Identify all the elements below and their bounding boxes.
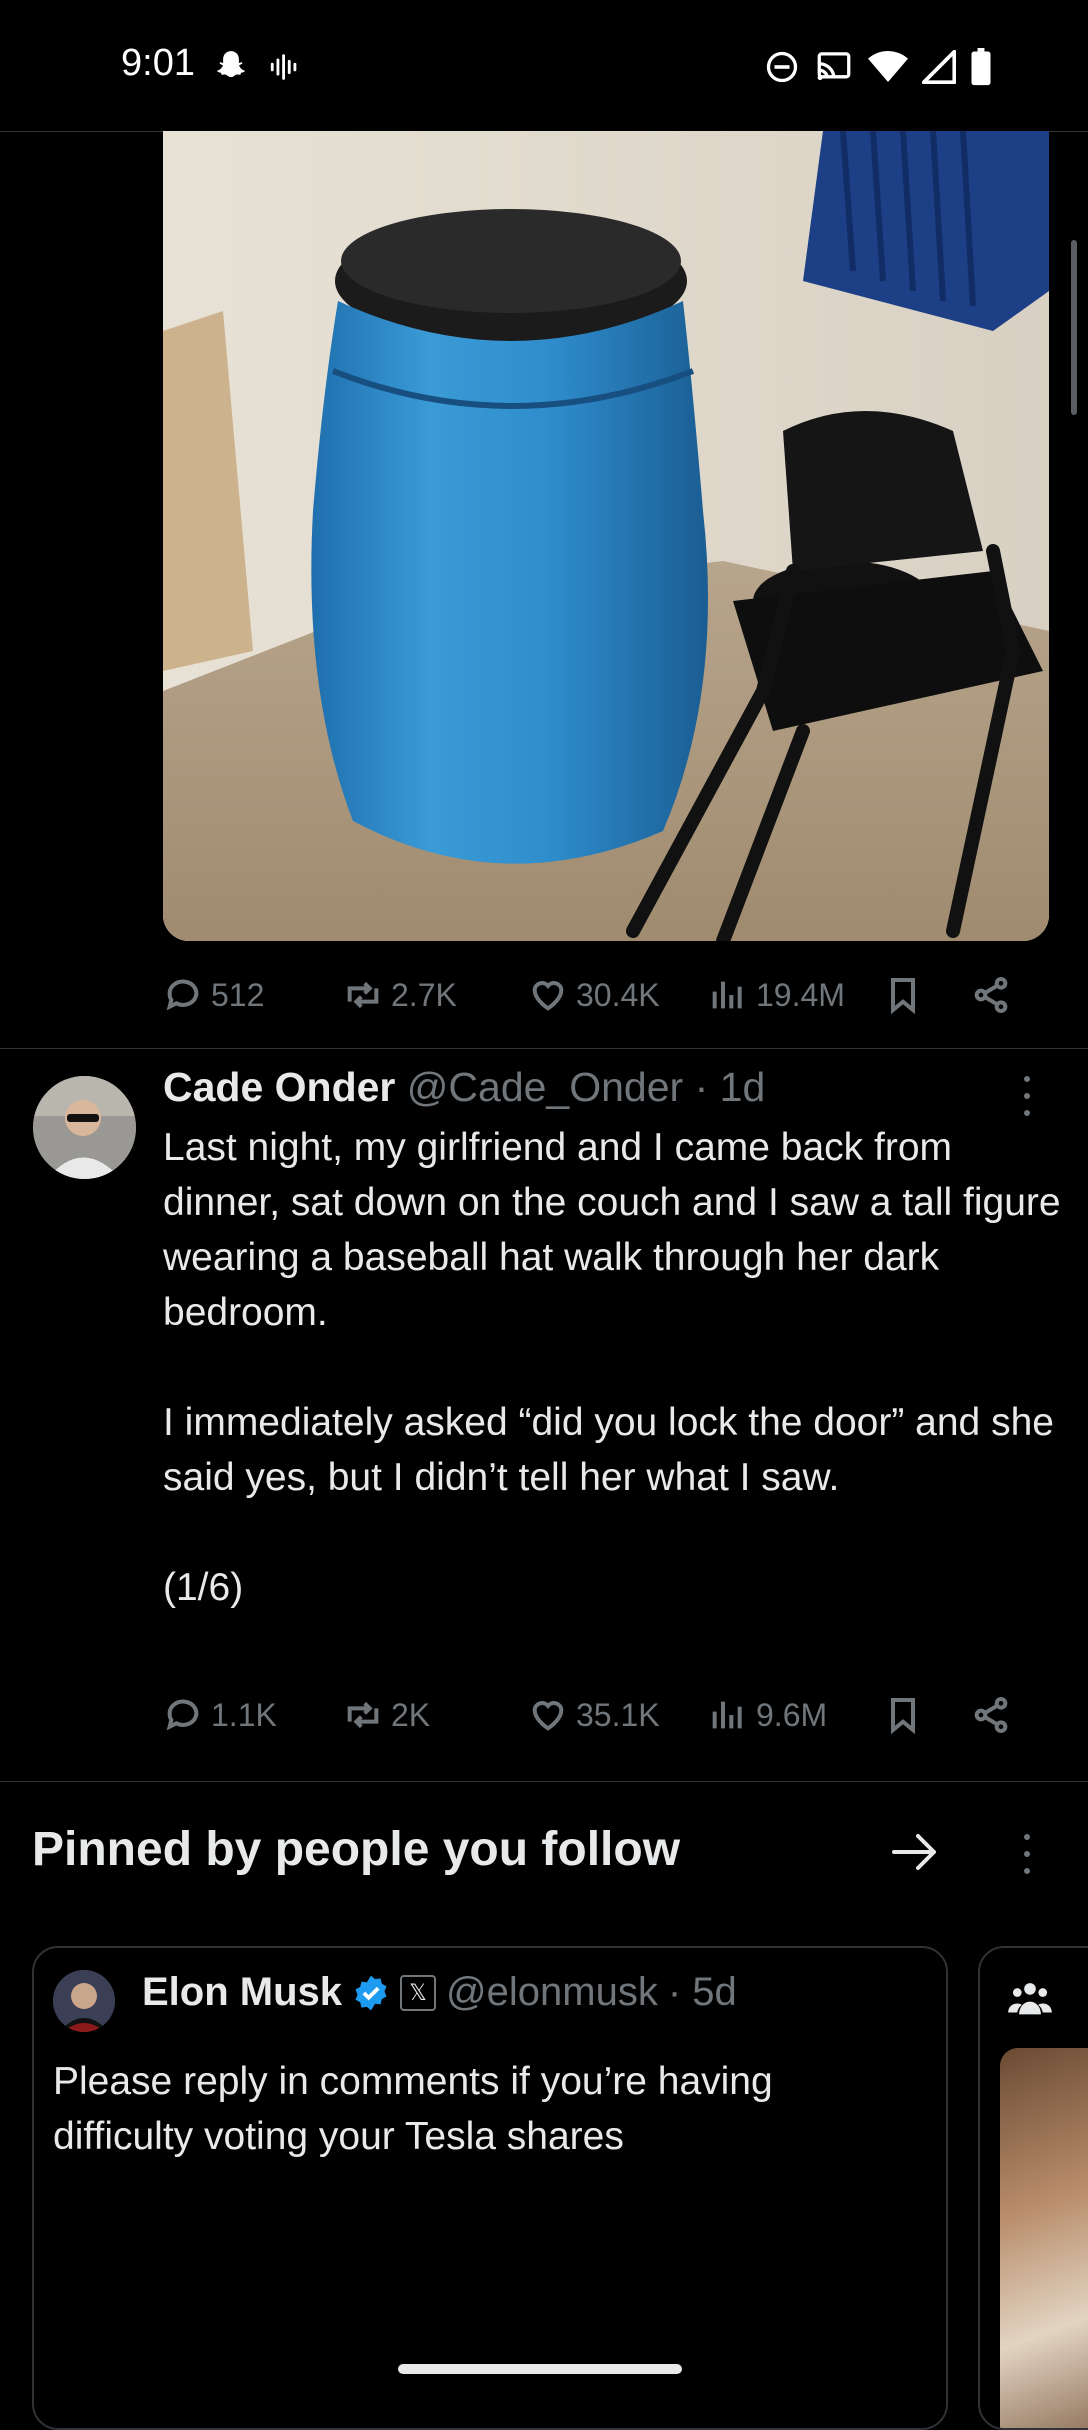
author-handle[interactable]: @Cade_Onder — [407, 1064, 683, 1110]
scrollbar[interactable] — [1071, 240, 1077, 415]
heart-icon — [532, 1701, 564, 1731]
tweet-actions: 1.1K 2K 35.1K 9.6M — [163, 1690, 1043, 1740]
views-button[interactable]: 9.6M — [708, 1695, 883, 1735]
pinned-more-icon[interactable] — [1012, 1834, 1042, 1874]
avatar-image — [33, 1076, 136, 1179]
status-time: 9:01 — [121, 42, 195, 84]
arrow-right-icon[interactable] — [890, 1830, 940, 1874]
card-2-image — [1000, 2048, 1088, 2428]
card-text: Please reply in comments if you’re havin… — [53, 2060, 773, 2158]
status-bar: 9:01 — [0, 0, 1088, 130]
do-not-disturb-icon — [766, 51, 798, 83]
card-avatar[interactable] — [53, 1970, 115, 2032]
heart-icon — [532, 981, 564, 1011]
pinned-post-card-2[interactable] — [978, 1946, 1088, 2430]
card-post-time: · 5d — [667, 1970, 737, 2014]
post-time: · 1d — [694, 1064, 766, 1110]
views-count: 9.6M — [756, 1696, 828, 1733]
system-icons — [764, 48, 992, 86]
avatar[interactable] — [33, 1076, 136, 1179]
pinned-post-card[interactable] — [32, 1946, 948, 2430]
card-author-name[interactable]: Elon Musk — [142, 1970, 342, 2015]
views-icon — [712, 1701, 742, 1729]
post-image[interactable] — [163, 131, 1049, 941]
share-icon — [974, 1697, 1008, 1733]
barrel-photo — [163, 131, 1049, 941]
repost-icon — [347, 981, 379, 1009]
reply-button[interactable]: 1.1K — [163, 1695, 343, 1735]
reply-icon — [166, 1699, 199, 1731]
bookmark-button[interactable] — [883, 1695, 971, 1735]
reply-count: 512 — [211, 976, 265, 1013]
repost-button[interactable]: 2.7K — [343, 975, 528, 1015]
views-button[interactable]: 19.4M — [708, 975, 883, 1015]
home-indicator[interactable] — [398, 2364, 682, 2374]
repost-count: 2K — [391, 1696, 431, 1733]
verified-badge-icon — [355, 1975, 387, 2010]
reply-button[interactable]: 512 — [163, 975, 343, 1015]
reply-icon — [166, 979, 199, 1011]
like-button[interactable]: 35.1K — [528, 1695, 708, 1735]
group-icon — [1008, 1983, 1052, 2015]
notification-icons — [212, 48, 302, 86]
sound-wave-icon — [270, 54, 297, 80]
pinned-section-title: Pinned by people you follow — [32, 1823, 681, 1876]
card-author-handle[interactable]: @elonmusk — [446, 1970, 658, 2015]
bookmark-icon — [891, 978, 915, 1015]
like-count: 30.4K — [576, 976, 660, 1013]
like-button[interactable]: 30.4K — [528, 975, 708, 1015]
repost-icon — [347, 1701, 379, 1729]
share-button[interactable] — [971, 1695, 1011, 1735]
share-icon — [974, 977, 1008, 1013]
views-icon — [712, 981, 742, 1009]
wifi-icon — [868, 51, 908, 82]
bookmark-button[interactable] — [883, 975, 971, 1015]
post-divider — [0, 1048, 1088, 1049]
like-count: 35.1K — [576, 1696, 660, 1733]
tweet-header: Cade Onder @Cade_Onder · 1d — [163, 1064, 765, 1111]
repost-button[interactable]: 2K — [343, 1695, 528, 1735]
tweet-divider — [0, 1781, 1088, 1782]
card-avatar-image — [53, 1970, 115, 2032]
post-actions: 512 2.7K 30.4K 19.4M — [163, 970, 1043, 1020]
x-affiliate-icon: 𝕏 — [400, 1974, 437, 2011]
author-name[interactable]: Cade Onder — [163, 1064, 395, 1110]
repost-count: 2.7K — [391, 976, 457, 1013]
card-header: Elon Musk 𝕏 @elonmusk · 5d — [142, 1970, 737, 2015]
battery-icon — [971, 48, 991, 86]
tweet-text: Last night, my girlfriend and I came bac… — [163, 1126, 1061, 1609]
signal-icon — [922, 50, 956, 84]
bookmark-icon — [891, 1698, 915, 1735]
cast-icon — [817, 52, 851, 81]
share-button[interactable] — [971, 975, 1011, 1015]
reply-count: 1.1K — [211, 1696, 277, 1733]
snapchat-icon — [216, 51, 246, 78]
views-count: 19.4M — [756, 976, 845, 1013]
more-options-icon[interactable] — [1012, 1076, 1042, 1116]
